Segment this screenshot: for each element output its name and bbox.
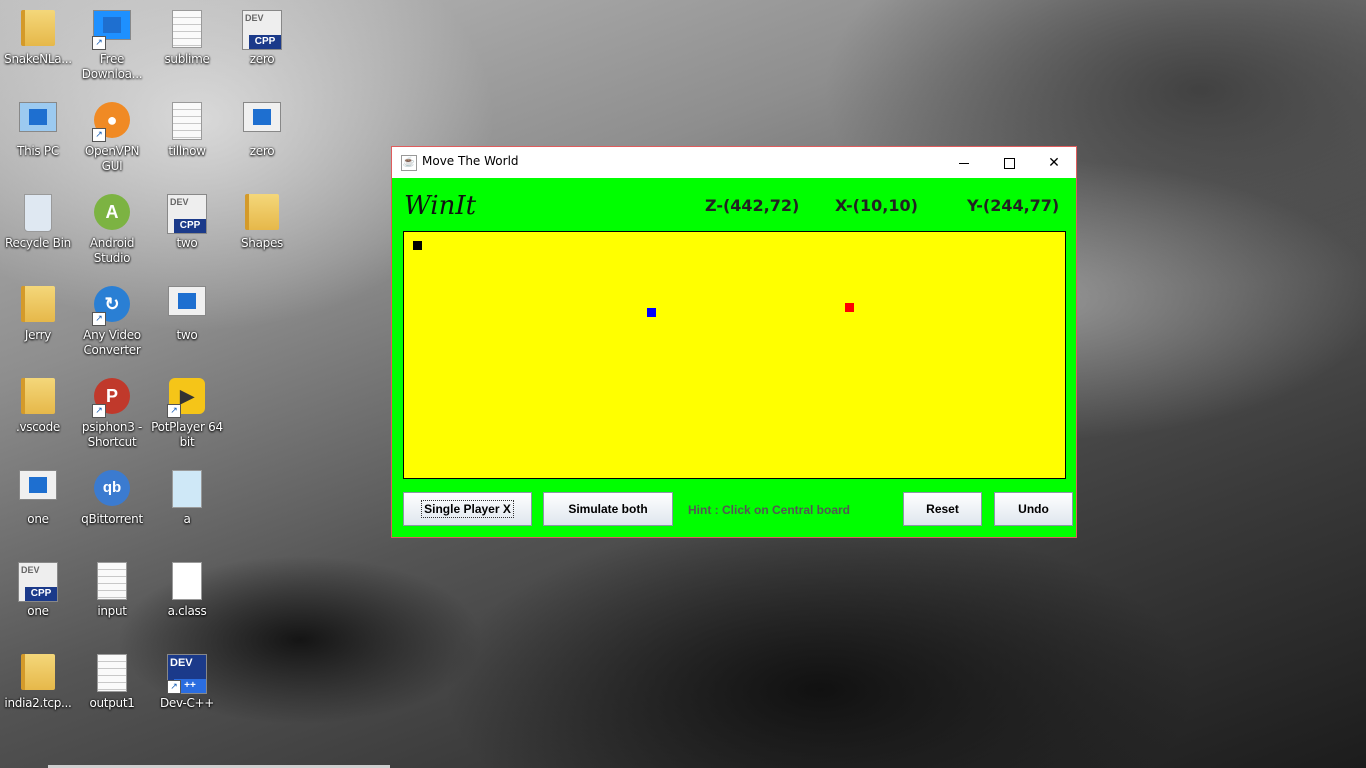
single-player-label: Single Player X [421, 500, 514, 518]
application-icon [242, 102, 282, 142]
desktop-icon-sublime[interactable]: sublime [149, 4, 225, 67]
coordinate-z: Z-(442,72) [705, 196, 800, 215]
text-file-icon [92, 562, 132, 602]
desktop-icon-free-download[interactable]: ↗ Free Downloa... [74, 4, 150, 82]
qbittorrent-icon: qb [92, 470, 132, 510]
piece-y [647, 308, 656, 317]
shortcut-arrow-icon: ↗ [92, 404, 106, 418]
close-button[interactable]: ✕ [1031, 147, 1077, 178]
desktop-icon-android-studio[interactable]: A Android Studio [74, 188, 150, 266]
desktop-icon-potplayer[interactable]: ▶ ↗ PotPlayer 64 bit [149, 372, 225, 450]
shortcut-arrow-icon: ↗ [167, 404, 181, 418]
text-file-icon [167, 102, 207, 142]
minimize-button[interactable] [941, 147, 987, 178]
video-converter-icon: ↻ ↗ [92, 286, 132, 326]
simulate-both-button[interactable]: Simulate both [543, 492, 673, 526]
recycle-bin-icon [18, 194, 58, 234]
win-label: WinIt [404, 191, 477, 221]
undo-button[interactable]: Undo [994, 492, 1073, 526]
cpp-file-icon: DEV CPP [167, 194, 207, 234]
shortcut-arrow-icon: ↗ [92, 312, 106, 326]
download-manager-icon: ↗ [92, 10, 132, 50]
shortcut-arrow-icon: ↗ [92, 128, 106, 142]
desktop-icon-zero-exe[interactable]: zero [224, 96, 300, 159]
close-icon: ✕ [1048, 154, 1060, 170]
desktop-icon-one-cpp[interactable]: DEV CPP one [0, 556, 76, 619]
java-icon: ☕ [401, 155, 417, 171]
text-file-icon [92, 654, 132, 694]
desktop-icon-two-exe[interactable]: two [149, 280, 225, 343]
cpp-file-icon: DEV CPP [18, 562, 58, 602]
desktop-icon-openvpn[interactable]: ● ↗ OpenVPN GUI [74, 96, 150, 174]
desktop-icon-recycle-bin[interactable]: Recycle Bin [0, 188, 76, 251]
application-icon [167, 286, 207, 326]
desktop-icon-snakenladder[interactable]: SnakeNLa... [0, 4, 76, 67]
reset-button[interactable]: Reset [903, 492, 982, 526]
desktop-icon-this-pc[interactable]: This PC [0, 96, 76, 159]
desktop-icon-vscode-folder[interactable]: .vscode [0, 372, 76, 435]
desktop-icon-one-exe[interactable]: one [0, 464, 76, 527]
cpp-file-icon: DEV CPP [242, 10, 282, 50]
desktop-icon-any-video-converter[interactable]: ↻ ↗ Any Video Converter [74, 280, 150, 358]
application-icon [18, 470, 58, 510]
move-the-world-window: ☕ Move The World ✕ WinIt Z-(442,72) X-(1… [391, 146, 1077, 538]
desktop-icon-shapes[interactable]: Shapes [224, 188, 300, 251]
desktop-icon-tillnow[interactable]: tillnow [149, 96, 225, 159]
notepad-icon [167, 470, 207, 510]
desktop-icon-a-class[interactable]: a.class [149, 556, 225, 619]
coordinate-y: Y-(244,77) [967, 196, 1060, 215]
central-board[interactable] [403, 231, 1066, 479]
desktop-icon-two-cpp[interactable]: DEV CPP two [149, 188, 225, 251]
folder-icon [18, 10, 58, 50]
piece-z [845, 303, 854, 312]
minimize-icon [959, 162, 969, 164]
window-titlebar[interactable]: ☕ Move The World ✕ [392, 147, 1076, 178]
hint-text: Hint : Click on Central board [688, 503, 851, 517]
dev-cpp-icon: DEV ++ ↗ [167, 654, 207, 694]
maximize-button[interactable] [986, 147, 1032, 178]
desktop-icon-zero-cpp[interactable]: DEV CPP zero [224, 4, 300, 67]
window-title: Move The World [422, 154, 519, 168]
piece-x [413, 241, 422, 250]
shortcut-arrow-icon: ↗ [167, 680, 181, 694]
user-folder-icon [18, 286, 58, 326]
folder-icon [18, 654, 58, 694]
desktop-icon-qbittorrent[interactable]: qb qBittorrent [74, 464, 150, 527]
shortcut-arrow-icon: ↗ [92, 36, 106, 50]
desktop-icon-dev-cpp[interactable]: DEV ++ ↗ Dev-C++ [149, 648, 225, 711]
psiphon-icon: P ↗ [92, 378, 132, 418]
blank-file-icon [167, 562, 207, 602]
coordinate-x: X-(10,10) [835, 196, 918, 215]
desktop-icon-psiphon[interactable]: P ↗ psiphon3 - Shortcut [74, 372, 150, 450]
folder-icon [18, 378, 58, 418]
single-player-button[interactable]: Single Player X [403, 492, 532, 526]
folder-icon [242, 194, 282, 234]
openvpn-icon: ● ↗ [92, 102, 132, 142]
desktop-icon-a-notepad[interactable]: a [149, 464, 225, 527]
text-file-icon [167, 10, 207, 50]
desktop-icon-input-file[interactable]: input [74, 556, 150, 619]
maximize-icon [1003, 157, 1015, 169]
desktop-icon-india2[interactable]: india2.tcp... [0, 648, 76, 711]
desktop-icon-output1-file[interactable]: output1 [74, 648, 150, 711]
potplayer-icon: ▶ ↗ [167, 378, 207, 418]
android-studio-icon: A [92, 194, 132, 234]
computer-icon [18, 102, 58, 142]
desktop-icon-jerry[interactable]: Jerry [0, 280, 76, 343]
